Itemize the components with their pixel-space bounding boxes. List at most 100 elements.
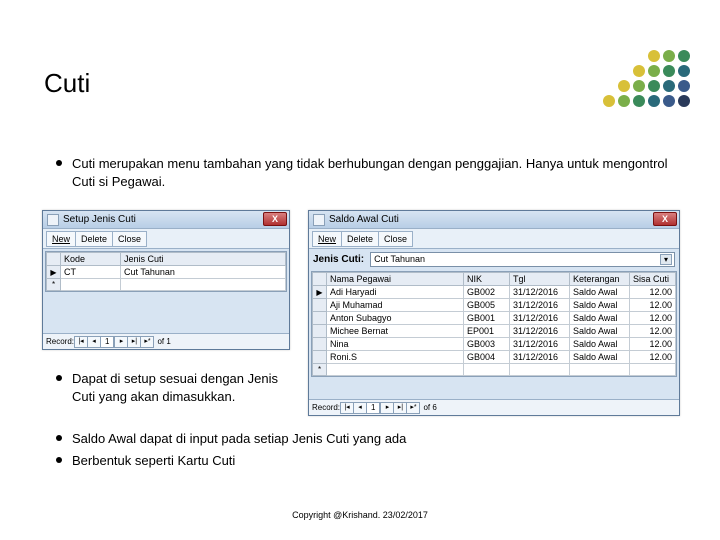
cell[interactable]: 31/12/2016 [510, 299, 570, 312]
col-kode[interactable]: Kode [61, 253, 121, 266]
row-marker [313, 325, 327, 338]
cell[interactable]: Saldo Awal [570, 351, 630, 364]
nav-of: of 6 [423, 403, 436, 412]
cell[interactable]: 12.00 [630, 299, 676, 312]
bullet-item: Berbentuk seperti Kartu Cuti [56, 452, 680, 470]
cell[interactable] [510, 364, 570, 376]
cell[interactable]: 12.00 [630, 286, 676, 299]
window-titlebar[interactable]: Setup Jenis Cuti X [43, 211, 289, 229]
cell[interactable]: Saldo Awal [570, 286, 630, 299]
cell[interactable]: Aji Muhamad [327, 299, 464, 312]
cell[interactable]: Anton Subagyo [327, 312, 464, 325]
nav-last-icon[interactable]: ▸| [127, 336, 141, 348]
table-row[interactable]: Michee BernatEP00131/12/2016Saldo Awal12… [313, 325, 676, 338]
col-nama[interactable]: Nama Pegawai [327, 273, 464, 286]
close-button[interactable]: Close [378, 231, 413, 247]
cell-jenis[interactable]: Cut Tahunan [121, 266, 286, 279]
cell[interactable]: GB004 [464, 351, 510, 364]
cell-jenis[interactable] [121, 279, 286, 291]
cell[interactable]: 12.00 [630, 351, 676, 364]
table-row[interactable]: * [47, 279, 286, 291]
row-marker [313, 299, 327, 312]
table-row[interactable]: Anton SubagyoGB00131/12/2016Saldo Awal12… [313, 312, 676, 325]
cell[interactable]: Michee Bernat [327, 325, 464, 338]
cell[interactable]: 31/12/2016 [510, 312, 570, 325]
nav-first-icon[interactable]: |◂ [74, 336, 88, 348]
cell[interactable]: Saldo Awal [570, 325, 630, 338]
cell[interactable]: Saldo Awal [570, 299, 630, 312]
table-row[interactable]: NinaGB00331/12/2016Saldo Awal12.00 [313, 338, 676, 351]
table-row[interactable]: Aji MuhamadGB00531/12/2016Saldo Awal12.0… [313, 299, 676, 312]
nav-new-icon[interactable]: ▸* [140, 336, 154, 348]
row-selector-header [47, 253, 61, 266]
nav-pos[interactable]: 1 [366, 402, 380, 414]
copyright: Copyright @Krishand. 23/02/2017 [0, 510, 720, 520]
chevron-down-icon[interactable]: ▾ [660, 254, 672, 265]
window-titlebar[interactable]: Saldo Awal Cuti X [309, 211, 679, 229]
cell[interactable]: Nina [327, 338, 464, 351]
data-grid[interactable]: Kode Jenis Cuti ▶ CT Cut Tahunan * [45, 251, 287, 292]
col-tgl[interactable]: Tgl [510, 273, 570, 286]
col-ket[interactable]: Keterangan [570, 273, 630, 286]
cell[interactable]: 31/12/2016 [510, 286, 570, 299]
close-button[interactable]: X [263, 212, 287, 226]
delete-button[interactable]: Delete [341, 231, 379, 247]
cell[interactable]: Roni.S [327, 351, 464, 364]
new-button[interactable]: New [46, 231, 76, 247]
data-grid[interactable]: Nama Pegawai NIK Tgl Keterangan Sisa Cut… [311, 271, 677, 377]
nav-new-icon[interactable]: ▸* [406, 402, 420, 414]
delete-button[interactable]: Delete [75, 231, 113, 247]
table-row[interactable]: ▶ CT Cut Tahunan [47, 266, 286, 279]
cell[interactable]: Adi Haryadi [327, 286, 464, 299]
cell[interactable]: Saldo Awal [570, 338, 630, 351]
cell-kode[interactable] [61, 279, 121, 291]
col-nik[interactable]: NIK [464, 273, 510, 286]
nav-prev-icon[interactable]: ◂ [353, 402, 367, 414]
cell[interactable]: 31/12/2016 [510, 351, 570, 364]
nav-first-icon[interactable]: |◂ [340, 402, 354, 414]
bullet-icon [56, 435, 62, 441]
jenis-cuti-combo[interactable]: Cut Tahunan ▾ [370, 252, 675, 267]
close-button[interactable]: X [653, 212, 677, 226]
col-sisa[interactable]: Sisa Cuti [630, 273, 676, 286]
table-row[interactable]: * [313, 364, 676, 376]
nav-last-icon[interactable]: ▸| [393, 402, 407, 414]
new-button[interactable]: New [312, 231, 342, 247]
decorative-dots [603, 50, 690, 107]
table-row[interactable]: Roni.SGB00431/12/2016Saldo Awal12.00 [313, 351, 676, 364]
cell[interactable]: Saldo Awal [570, 312, 630, 325]
table-row[interactable]: ▶Adi HaryadiGB00231/12/2016Saldo Awal12.… [313, 286, 676, 299]
cell[interactable]: 12.00 [630, 325, 676, 338]
combo-value: Cut Tahunan [374, 254, 425, 264]
cell[interactable]: EP001 [464, 325, 510, 338]
nav-prev-icon[interactable]: ◂ [87, 336, 101, 348]
nav-next-icon[interactable]: ▸ [114, 336, 128, 348]
cell[interactable] [570, 364, 630, 376]
bullet-text: Saldo Awal dapat di input pada setiap Je… [72, 430, 406, 448]
cell[interactable]: 31/12/2016 [510, 338, 570, 351]
cell-kode[interactable]: CT [61, 266, 121, 279]
cell[interactable]: GB001 [464, 312, 510, 325]
bullet-text: Berbentuk seperti Kartu Cuti [72, 452, 235, 470]
cell[interactable]: 12.00 [630, 338, 676, 351]
nav-next-icon[interactable]: ▸ [380, 402, 394, 414]
cell[interactable]: GB003 [464, 338, 510, 351]
record-navigator: Record: |◂ ◂ 1 ▸ ▸| ▸* of 6 [309, 399, 679, 415]
cell[interactable]: GB002 [464, 286, 510, 299]
cell[interactable] [327, 364, 464, 376]
col-jenis[interactable]: Jenis Cuti [121, 253, 286, 266]
cell[interactable]: 31/12/2016 [510, 325, 570, 338]
cell[interactable] [464, 364, 510, 376]
bullet-icon [56, 457, 62, 463]
row-marker [313, 312, 327, 325]
nav-of: of 1 [157, 337, 170, 346]
cell[interactable]: GB005 [464, 299, 510, 312]
nav-label: Record: [46, 337, 74, 346]
page-title: Cuti [44, 68, 90, 99]
cell[interactable]: 12.00 [630, 312, 676, 325]
nav-pos[interactable]: 1 [100, 336, 114, 348]
cell[interactable] [630, 364, 676, 376]
close-button[interactable]: Close [112, 231, 147, 247]
bullet-text: Dapat di setup sesuai dengan Jenis Cuti … [72, 370, 286, 405]
toolbar: New Delete Close [309, 229, 679, 249]
